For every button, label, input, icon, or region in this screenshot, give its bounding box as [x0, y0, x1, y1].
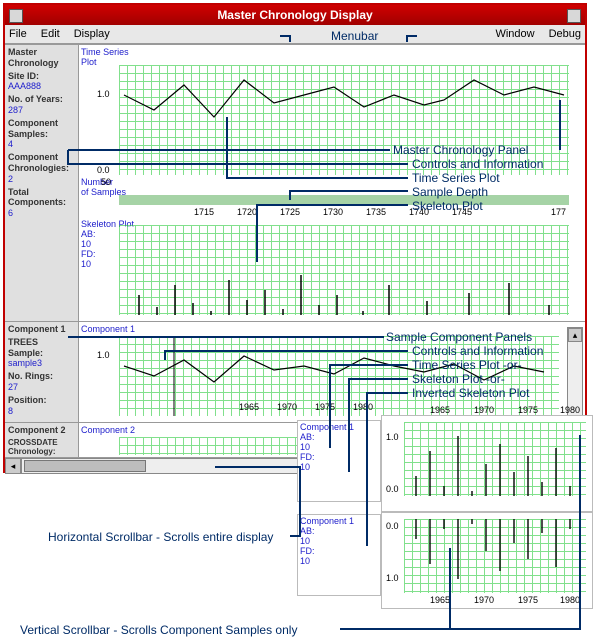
val-site-id: AAA888: [8, 81, 75, 92]
menu-file[interactable]: File: [9, 25, 27, 43]
val-pos: 8: [8, 406, 75, 417]
annot-c2: Time Series Plot -or-: [412, 358, 522, 372]
annot-c3: Skeleton Plot -or-: [412, 372, 505, 386]
c1xt0: 1965: [239, 402, 259, 412]
annot-m2: Time Series Plot: [412, 171, 500, 185]
iu-x0: 1965: [430, 405, 450, 415]
skel-bars: [79, 225, 579, 320]
c1-side: Component 1 TREES Sample: sample3 No. Ri…: [5, 322, 79, 422]
window-title: Master Chronology Display: [217, 8, 372, 22]
lbl-site-id: Site ID:: [8, 71, 75, 82]
xt7: 177: [551, 207, 566, 217]
c1-header: Component 1: [8, 324, 75, 335]
iu-x1: 1970: [474, 405, 494, 415]
xt4: 1735: [366, 207, 386, 217]
iu-x3: 1980: [560, 405, 580, 415]
c1xt2: 1975: [315, 402, 335, 412]
titlebar[interactable]: Master Chronology Display: [5, 5, 585, 25]
inset-up-bars: [382, 416, 592, 511]
c2-side: Component 2 CROSSDATE Chronology:: [5, 423, 79, 457]
lbl-years: No. of Years:: [8, 94, 75, 105]
c2-header: Component 2: [8, 425, 75, 436]
val-total-comp: 6: [8, 208, 75, 219]
scroll-thumb[interactable]: [24, 460, 146, 472]
content: Master Chronology Site ID: AAA888 No. of…: [5, 44, 585, 474]
sample-depth-band: [119, 195, 569, 205]
annot-m3: Sample Depth: [412, 185, 488, 199]
xt0: 1715: [194, 207, 214, 217]
depth-ytick: 50: [101, 177, 111, 187]
annot-m1: Controls and Information: [412, 157, 543, 171]
inset-label-text-upper: Component 1 AB: 10 FD: 10: [300, 423, 354, 472]
lbl-trees: TREES Sample:: [8, 337, 75, 359]
xt1: 1720: [237, 207, 257, 217]
val-comp-samples: 4: [8, 139, 75, 150]
lbl-comp-samples: Component Samples:: [8, 118, 75, 140]
menu-display[interactable]: Display: [74, 25, 110, 43]
master-plot-area[interactable]: Time Series Plot 1.0 0.0 Number of Sampl…: [79, 45, 585, 321]
scroll-up-icon[interactable]: ▴: [568, 328, 582, 342]
menu-debug[interactable]: Debug: [549, 25, 581, 43]
annot-m4: Skeleton Plot: [412, 199, 483, 213]
lbl-crossdate: CROSSDATE Chronology:: [8, 438, 75, 457]
lbl-total-comp: Total Components:: [8, 187, 75, 209]
c1xt3: 1980: [353, 402, 373, 412]
lbl-pos: Position:: [8, 395, 75, 406]
inset-labels-lower: Component 1 AB: 10 FD: 10: [297, 514, 381, 596]
inset-labels-upper: Component 1 AB: 10 FD: 10: [297, 420, 381, 502]
inset-down-bars: [382, 513, 592, 608]
menu-window[interactable]: Window: [495, 25, 534, 43]
lbl-comp-chron: Component Chronologies:: [8, 152, 75, 174]
annot-c4: Inverted Skeleton Plot: [412, 386, 529, 400]
jl4: 10: [300, 557, 354, 567]
app-window: Master Chronology Display File Edit Disp…: [3, 3, 587, 473]
annot-vscroll: Vertical Scrollbar - Scrolls Component S…: [20, 623, 297, 637]
il4: 10: [300, 463, 354, 473]
xt3: 1730: [323, 207, 343, 217]
annot-hscroll: Horizontal Scrollbar - Scrolls entire di…: [48, 530, 273, 544]
menu-edit[interactable]: Edit: [41, 25, 60, 43]
annot-c0: Sample Component Panels: [386, 330, 532, 344]
val-years: 287: [8, 105, 75, 116]
val-rings: 27: [8, 382, 75, 393]
inset-skeleton-down: 0.0 1.0 1965 1970 1975 1980: [381, 512, 593, 609]
master-header: Master Chronology: [8, 47, 75, 69]
iu-x2: 1975: [518, 405, 538, 415]
close-icon[interactable]: [9, 9, 23, 23]
inset-skeleton-up: 1.0 0.0 1965 1970 1975 1980: [381, 415, 593, 512]
inset-label-text-lower: Component 1 AB: 10 FD: 10: [300, 517, 354, 566]
xt2: 1725: [280, 207, 300, 217]
annot-m0: Master Chronology Panel: [393, 143, 528, 157]
master-side: Master Chronology Site ID: AAA888 No. of…: [5, 45, 79, 321]
menubar: File Edit Display Window Debug: [5, 25, 585, 44]
c1-plot-label: Component 1: [81, 324, 135, 334]
lbl-rings: No. Rings:: [8, 371, 75, 382]
annot-c1: Controls and Information: [412, 344, 543, 358]
scroll-left-icon[interactable]: ◂: [5, 458, 21, 474]
resize-icon[interactable]: [567, 9, 581, 23]
val-trees: sample3: [8, 358, 75, 369]
c2-plot-label: Component 2: [81, 425, 135, 435]
annot-menubar: Menubar: [331, 29, 378, 43]
val-comp-chron: 2: [8, 174, 75, 185]
c1xt1: 1970: [277, 402, 297, 412]
